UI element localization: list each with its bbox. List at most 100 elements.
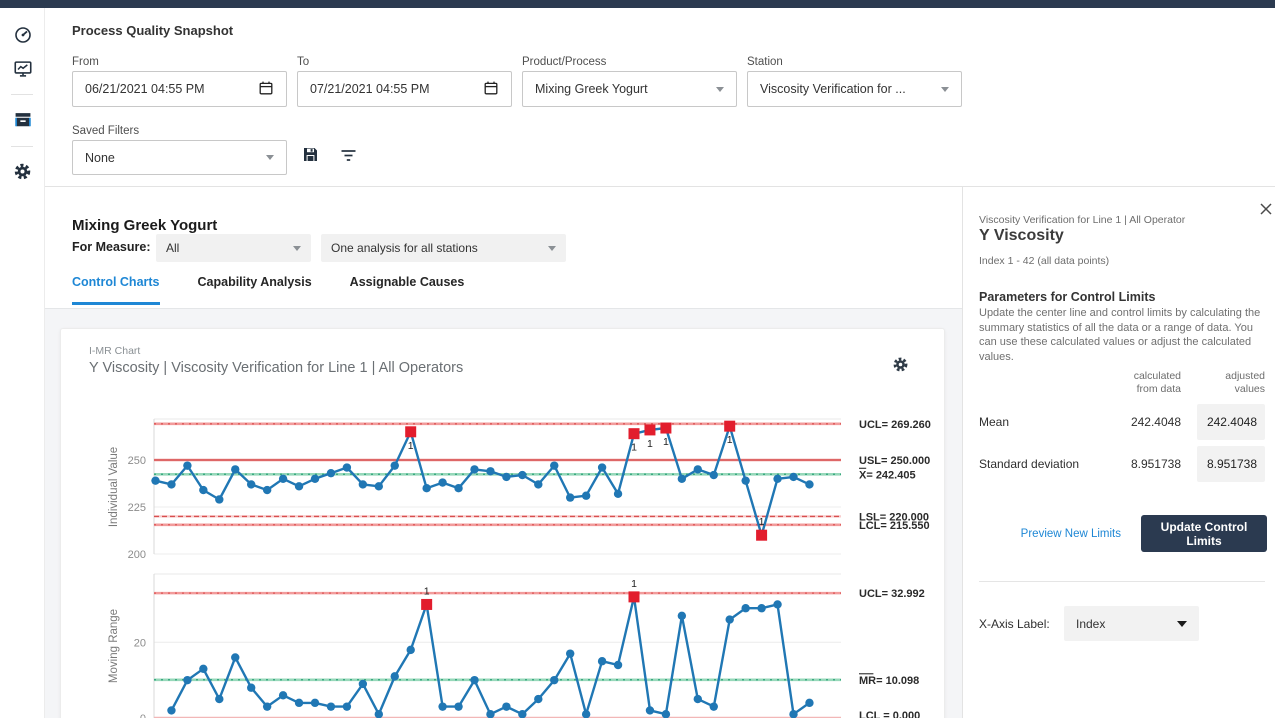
svg-text:LCL = 0.000: LCL = 0.000 [859, 710, 920, 718]
svg-text:0: 0 [140, 713, 146, 718]
top-bar [0, 0, 1275, 8]
panel-divider [979, 581, 1265, 582]
panel-actions: Preview New Limits Update Control Limits [963, 515, 1267, 552]
gear-icon [892, 356, 909, 376]
chevron-down-icon [293, 246, 301, 251]
svg-text:1: 1 [631, 578, 637, 590]
measure-dropdown[interactable]: All [156, 234, 311, 262]
analysis-mode-dropdown[interactable]: One analysis for all stations [321, 234, 566, 262]
tab-bar: Control Charts Capability Analysis Assig… [72, 275, 464, 305]
from-calendar-button[interactable] [257, 80, 275, 98]
product-process-value: Mixing Greek Yogurt [535, 82, 716, 96]
station-dropdown[interactable]: Viscosity Verification for ... [747, 71, 962, 107]
moving-range-chart: 20 0 Moving Range UCL= 32.992 MR= 10.098 LCL … [61, 572, 946, 718]
svg-text:1: 1 [631, 442, 637, 454]
page-title: Process Quality Snapshot [72, 23, 233, 38]
save-filter-button[interactable] [300, 146, 320, 166]
mean-row-label: Mean [979, 415, 1009, 429]
xaxis-label: X-Axis Label: [979, 617, 1050, 631]
imr-chart-card: I-MR Chart Y Viscosity | Viscosity Verif… [60, 328, 945, 718]
stddev-calculated-value: 8.951738 [1081, 457, 1181, 471]
panel-subtitle: Viscosity Verification for Line 1 | All … [979, 214, 1185, 226]
calendar-icon [259, 81, 273, 98]
product-process-label: Product/Process [522, 56, 606, 68]
chevron-down-icon [716, 87, 724, 92]
filter-button[interactable] [338, 147, 358, 167]
svg-text:MR= 10.098: MR= 10.098 [859, 675, 919, 687]
preview-new-limits-link[interactable]: Preview New Limits [1015, 527, 1127, 541]
svg-text:X= 242.405: X= 242.405 [859, 469, 916, 481]
sidebar-item-dashboard[interactable] [0, 19, 45, 53]
update-control-limits-button[interactable]: Update Control Limits [1141, 515, 1267, 552]
svg-text:225: 225 [128, 502, 146, 514]
svg-text:1: 1 [663, 436, 669, 448]
control-limits-panel: Viscosity Verification for Line 1 | All … [962, 187, 1275, 718]
gear-icon [13, 162, 32, 184]
svg-text:UCL= 32.992: UCL= 32.992 [859, 588, 925, 600]
mean-adjusted-input[interactable] [1197, 404, 1265, 440]
main-content: Mixing Greek Yogurt For Measure: All One… [45, 187, 962, 718]
calculated-column-header: calculated from data [1111, 370, 1181, 396]
measure-value: All [166, 241, 293, 255]
tab-capability-analysis[interactable]: Capability Analysis [198, 275, 312, 305]
chevron-down-icon [941, 87, 949, 92]
chevron-down-icon [266, 155, 274, 160]
saved-filters-dropdown[interactable]: None [72, 140, 287, 175]
sidebar-divider [11, 94, 33, 95]
chart-settings-button[interactable] [889, 355, 911, 377]
chart-type-label: I-MR Chart [89, 345, 140, 357]
station-value: Viscosity Verification for ... [760, 82, 941, 96]
calendar-icon [484, 81, 498, 98]
filter-icon [340, 147, 357, 167]
to-calendar-button[interactable] [482, 80, 500, 98]
station-label: Station [747, 56, 783, 68]
tab-assignable-causes[interactable]: Assignable Causes [350, 275, 465, 305]
close-icon [1259, 202, 1273, 219]
svg-text:LCL= 215.550: LCL= 215.550 [859, 520, 930, 532]
stddev-row-label: Standard deviation [979, 457, 1079, 471]
stddev-adjusted-input[interactable] [1197, 446, 1265, 482]
app-window: Process Quality Snapshot From To Product… [0, 0, 1275, 718]
to-date-input[interactable] [297, 71, 512, 107]
archive-icon [14, 111, 32, 132]
tab-control-charts[interactable]: Control Charts [72, 275, 160, 305]
chevron-down-icon [1177, 621, 1187, 627]
svg-text:1: 1 [647, 438, 653, 450]
from-label: From [72, 56, 99, 68]
svg-text:1: 1 [727, 434, 733, 446]
xaxis-value: Index [1076, 617, 1177, 631]
params-description: Update the center line and control limit… [979, 306, 1267, 364]
svg-text:20: 20 [134, 637, 146, 649]
svg-text:Individual Value: Individual Value [108, 447, 120, 527]
section-title: Mixing Greek Yogurt [72, 217, 217, 234]
sidebar-divider [11, 146, 33, 147]
left-nav-sidebar [0, 8, 45, 718]
panel-index-range: Index 1 - 42 (all data points) [979, 255, 1109, 267]
analysis-mode-value: One analysis for all stations [331, 241, 548, 255]
for-measure-label: For Measure: [72, 240, 151, 254]
svg-text:1: 1 [408, 440, 414, 452]
monitor-chart-icon [14, 60, 32, 81]
product-process-dropdown[interactable]: Mixing Greek Yogurt [522, 71, 737, 107]
svg-text:1: 1 [759, 516, 765, 528]
saved-filters-value: None [85, 151, 266, 165]
sidebar-item-settings[interactable] [0, 156, 45, 190]
save-icon [302, 146, 319, 166]
to-label: To [297, 56, 309, 68]
saved-filters-label: Saved Filters [72, 125, 139, 137]
chart-title: Y Viscosity | Viscosity Verification for… [89, 360, 463, 376]
mean-calculated-value: 242.4048 [1081, 415, 1181, 429]
svg-text:Moving Range: Moving Range [108, 609, 120, 683]
individual-value-chart: 250225200Individual ValueUCL= 269.260USL… [61, 407, 946, 572]
xaxis-dropdown[interactable]: Index [1064, 606, 1199, 641]
panel-close-button[interactable] [1257, 201, 1275, 219]
svg-text:200: 200 [128, 549, 146, 561]
gauge-icon [14, 26, 32, 47]
sidebar-item-process-monitoring[interactable] [0, 53, 45, 87]
chevron-down-icon [548, 246, 556, 251]
filter-bar: Process Quality Snapshot From To Product… [45, 8, 1275, 186]
panel-title: Y Viscosity [979, 227, 1064, 245]
from-date-input[interactable] [72, 71, 287, 107]
sidebar-item-data-archive-active[interactable] [0, 104, 45, 138]
svg-text:USL= 250.000: USL= 250.000 [859, 455, 930, 467]
